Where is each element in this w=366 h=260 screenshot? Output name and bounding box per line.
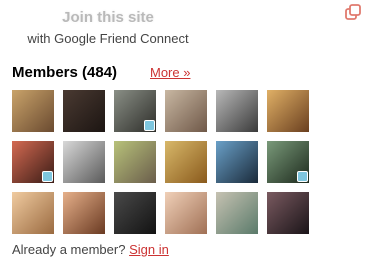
- member-photo: [165, 192, 207, 234]
- member-photo: [63, 90, 105, 132]
- member-photo: [165, 141, 207, 183]
- member-photo: [12, 192, 54, 234]
- join-site-button[interactable]: Join this site: [50, 7, 166, 29]
- more-members-link[interactable]: More »: [150, 65, 190, 80]
- member-photo: [63, 192, 105, 234]
- member-avatar[interactable]: [165, 141, 207, 183]
- member-avatar[interactable]: [12, 90, 54, 132]
- member-avatar[interactable]: [12, 141, 54, 183]
- member-avatar[interactable]: [114, 141, 156, 183]
- signin-link[interactable]: Sign in: [129, 242, 169, 257]
- member-avatar[interactable]: [267, 90, 309, 132]
- member-photo: [216, 141, 258, 183]
- member-photo: [114, 192, 156, 234]
- member-avatar[interactable]: [267, 141, 309, 183]
- member-avatar[interactable]: [267, 192, 309, 234]
- member-avatar[interactable]: [63, 141, 105, 183]
- twitter-badge-icon: [297, 171, 308, 182]
- member-photo: [114, 141, 156, 183]
- member-photo: [216, 90, 258, 132]
- member-avatar[interactable]: [114, 192, 156, 234]
- member-photo: [267, 90, 309, 132]
- member-photo: [63, 141, 105, 183]
- member-avatar[interactable]: [216, 90, 258, 132]
- member-avatar[interactable]: [114, 90, 156, 132]
- popout-icon[interactable]: [345, 4, 361, 20]
- member-avatar[interactable]: [165, 90, 207, 132]
- member-avatar[interactable]: [63, 192, 105, 234]
- member-photo: [165, 90, 207, 132]
- already-member-text: Already a member?: [12, 242, 126, 257]
- members-count-title: Members (484): [12, 64, 118, 81]
- member-avatar[interactable]: [165, 192, 207, 234]
- twitter-badge-icon: [42, 171, 53, 182]
- member-avatar[interactable]: [216, 141, 258, 183]
- member-avatar[interactable]: [63, 90, 105, 132]
- gfc-subtitle: with Google Friend Connect: [27, 31, 189, 46]
- member-avatar[interactable]: [12, 192, 54, 234]
- signin-prompt: Already a member? Sign in: [12, 242, 169, 257]
- member-avatar[interactable]: [216, 192, 258, 234]
- member-photo: [216, 192, 258, 234]
- member-photo: [267, 192, 309, 234]
- twitter-badge-icon: [144, 120, 155, 131]
- member-photo: [12, 90, 54, 132]
